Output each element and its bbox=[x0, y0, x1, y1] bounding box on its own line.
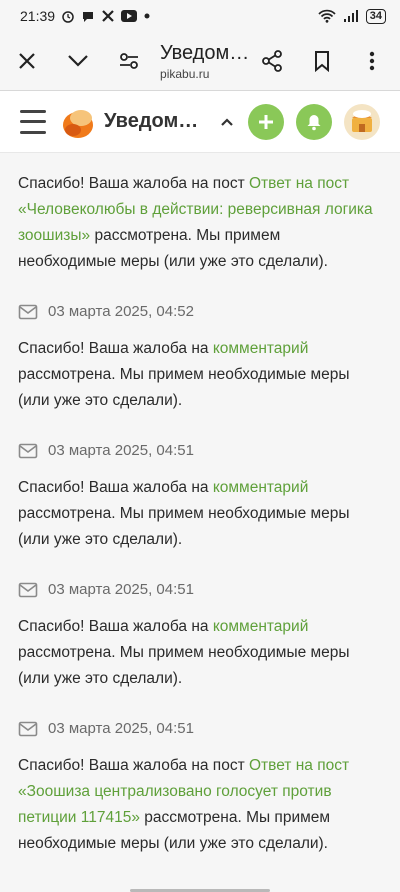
youtube-icon bbox=[121, 10, 138, 22]
status-time: 21:39 bbox=[20, 8, 56, 24]
site-header: Уведомления bbox=[0, 91, 400, 153]
notification-meta: 03 марта 2025, 04:51 bbox=[18, 720, 382, 737]
notification-meta: 03 марта 2025, 04:51 bbox=[18, 581, 382, 598]
page-title: Уведомления bbox=[104, 110, 206, 132]
collapse-button[interactable] bbox=[59, 41, 98, 81]
notification-text-before: Спасибо! Ваша жалоба на пост bbox=[18, 757, 249, 774]
notification-item: Спасибо! Ваша жалоба на пост Ответ на по… bbox=[18, 171, 382, 275]
notification-text-before: Спасибо! Ваша жалоба на bbox=[18, 479, 213, 496]
notification-text-before: Спасибо! Ваша жалоба на пост bbox=[18, 175, 249, 192]
notification-date: 03 марта 2025, 04:52 bbox=[48, 303, 194, 320]
chat-icon bbox=[81, 9, 95, 23]
envelope-icon bbox=[18, 443, 38, 458]
envelope-icon bbox=[18, 304, 38, 319]
chevron-up-icon[interactable] bbox=[220, 117, 234, 127]
notification-meta: 03 марта 2025, 04:52 bbox=[18, 303, 382, 320]
avatar-image-icon bbox=[352, 109, 372, 132]
alarm-icon bbox=[61, 9, 75, 23]
notification-text-before: Спасибо! Ваша жалоба на bbox=[18, 340, 213, 357]
browser-url: pikabu.ru bbox=[160, 66, 210, 81]
more-vertical-icon bbox=[369, 51, 375, 71]
site-settings-button[interactable] bbox=[109, 41, 148, 81]
bell-icon bbox=[307, 114, 321, 130]
notifications-button[interactable] bbox=[296, 103, 332, 140]
notification-text: Спасибо! Ваша жалоба на пост Ответ на по… bbox=[18, 753, 382, 857]
add-post-button[interactable] bbox=[248, 103, 284, 140]
notification-text-after: рассмотрена. Мы примем необходимые меры … bbox=[18, 366, 350, 409]
notification-text: Спасибо! Ваша жалоба на пост Ответ на по… bbox=[18, 171, 382, 275]
envelope-icon bbox=[18, 582, 38, 597]
notification-text: Спасибо! Ваша жалоба на комментарий расс… bbox=[18, 336, 382, 414]
browser-title-block[interactable]: Уведомления pikabu.ru bbox=[160, 42, 252, 81]
envelope-icon bbox=[18, 721, 38, 736]
browser-toolbar: Уведомления pikabu.ru bbox=[0, 32, 400, 90]
notification-link[interactable]: комментарий bbox=[213, 479, 309, 496]
notification-item: 03 марта 2025, 04:51 Спасибо! Ваша жалоба… bbox=[18, 720, 382, 857]
status-bar: 21:39 34 bbox=[0, 0, 400, 32]
user-avatar[interactable] bbox=[344, 103, 380, 140]
notification-date: 03 марта 2025, 04:51 bbox=[48, 442, 194, 459]
share-icon bbox=[262, 50, 282, 72]
dot-icon bbox=[143, 12, 151, 20]
notification-date: 03 марта 2025, 04:51 bbox=[48, 581, 194, 598]
notification-text-after: рассмотрена. Мы примем необходимые меры … bbox=[18, 505, 350, 548]
signal-icon bbox=[342, 9, 360, 23]
battery-indicator: 34 bbox=[365, 8, 386, 24]
bookmark-icon bbox=[315, 51, 330, 72]
close-button[interactable] bbox=[8, 41, 47, 81]
more-menu-button[interactable] bbox=[352, 41, 392, 81]
notification-item: 03 марта 2025, 04:52 Спасибо! Ваша жалоба… bbox=[18, 303, 382, 414]
notification-link[interactable]: комментарий bbox=[213, 618, 309, 635]
close-icon bbox=[19, 53, 36, 69]
tune-icon bbox=[119, 53, 138, 69]
notification-text: Спасибо! Ваша жалоба на комментарий расс… bbox=[18, 475, 382, 553]
notification-item: 03 марта 2025, 04:51 Спасибо! Ваша жалоба… bbox=[18, 442, 382, 553]
plus-icon bbox=[259, 114, 273, 129]
notification-list: Спасибо! Ваша жалоба на пост Ответ на по… bbox=[0, 153, 400, 857]
notification-meta: 03 марта 2025, 04:51 bbox=[18, 442, 382, 459]
notification-link[interactable]: комментарий bbox=[213, 340, 309, 357]
pikabu-logo-icon bbox=[63, 109, 93, 138]
x-app-icon bbox=[101, 9, 115, 23]
notification-text-before: Спасибо! Ваша жалоба на bbox=[18, 618, 213, 635]
browser-page-title: Уведомления bbox=[160, 41, 253, 64]
notification-text-after: рассмотрена. Мы примем необходимые меры … bbox=[18, 644, 350, 687]
notification-item: 03 марта 2025, 04:51 Спасибо! Ваша жалоба… bbox=[18, 581, 382, 692]
share-button[interactable] bbox=[252, 41, 292, 81]
wifi-icon bbox=[318, 9, 336, 23]
chevron-down-icon bbox=[68, 55, 88, 67]
notification-text: Спасибо! Ваша жалоба на комментарий расс… bbox=[18, 614, 382, 692]
bookmark-button[interactable] bbox=[302, 41, 342, 81]
menu-button[interactable] bbox=[20, 109, 46, 134]
notification-date: 03 марта 2025, 04:51 bbox=[48, 720, 194, 737]
